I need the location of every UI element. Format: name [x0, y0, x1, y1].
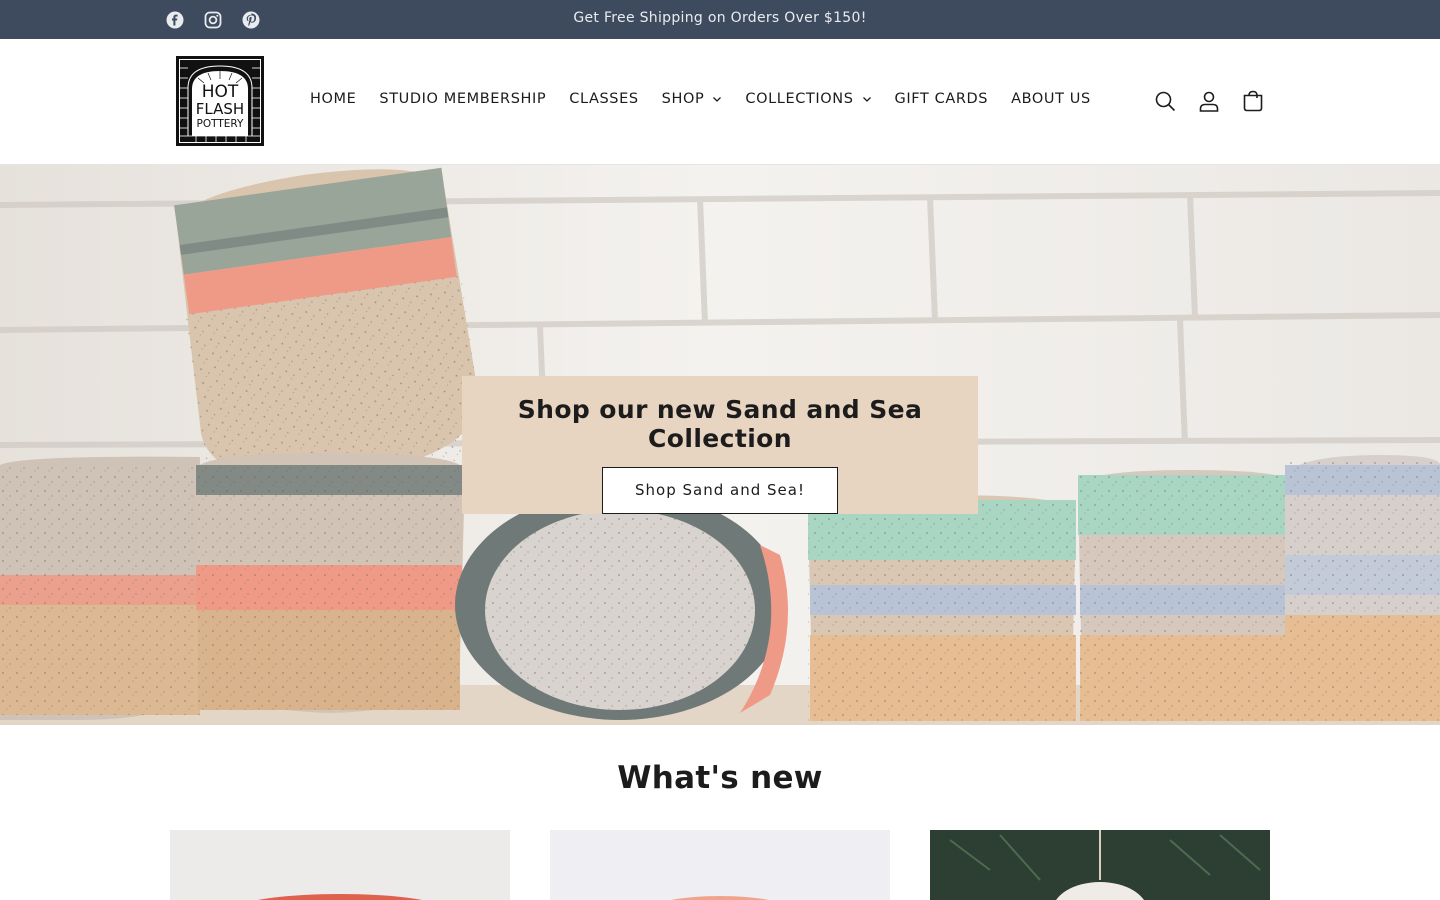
- nav-gift-cards[interactable]: GIFT CARDS: [895, 91, 989, 107]
- logo-line3: POTTERY: [197, 118, 244, 130]
- logo-line1: HOT: [202, 82, 239, 102]
- nav-studio-membership[interactable]: STUDIO MEMBERSHIP: [379, 91, 546, 107]
- brand-logo[interactable]: HOT FLASH POTTERY: [176, 56, 264, 146]
- hero-banner: Shop our new Sand and Sea Collection Sho…: [0, 165, 1440, 725]
- site-header: HOT FLASH POTTERY HOME STUDIO MEMBERSHIP…: [0, 39, 1440, 165]
- product-image: [930, 830, 1270, 900]
- announcement-text: Get Free Shipping on Orders Over $150!: [573, 10, 867, 26]
- nav-about-us[interactable]: ABOUT US: [1011, 91, 1091, 107]
- chevron-down-icon: [712, 94, 722, 104]
- logo-line2: FLASH: [196, 100, 244, 118]
- nav-shop-label: SHOP: [661, 91, 705, 107]
- product-image: [170, 830, 510, 900]
- product-card[interactable]: [550, 830, 890, 900]
- announcement-bar: Get Free Shipping on Orders Over $150!: [0, 0, 1440, 39]
- chevron-down-icon: [862, 94, 872, 104]
- product-card[interactable]: [930, 830, 1270, 900]
- account-icon[interactable]: [1198, 89, 1220, 113]
- cart-icon[interactable]: [1242, 89, 1264, 113]
- nav-home[interactable]: HOME: [310, 91, 356, 107]
- product-card[interactable]: [170, 830, 510, 900]
- shop-sand-and-sea-button[interactable]: Shop Sand and Sea!: [602, 467, 838, 514]
- hero-title: Shop our new Sand and Sea Collection: [517, 395, 923, 453]
- hero-content-box: Shop our new Sand and Sea Collection Sho…: [462, 376, 978, 514]
- nav-shop[interactable]: SHOP: [662, 91, 723, 107]
- header-icons: [1154, 89, 1264, 113]
- nav-collections-label: COLLECTIONS: [745, 91, 854, 107]
- product-image: [550, 830, 890, 900]
- nav-collections[interactable]: COLLECTIONS: [745, 91, 871, 107]
- product-grid: [170, 830, 1270, 900]
- section-title-whats-new: What's new: [617, 760, 823, 796]
- nav-classes[interactable]: CLASSES: [569, 91, 638, 107]
- search-icon[interactable]: [1154, 89, 1176, 113]
- main-nav: HOME STUDIO MEMBERSHIP CLASSES SHOP COLL…: [310, 91, 1114, 107]
